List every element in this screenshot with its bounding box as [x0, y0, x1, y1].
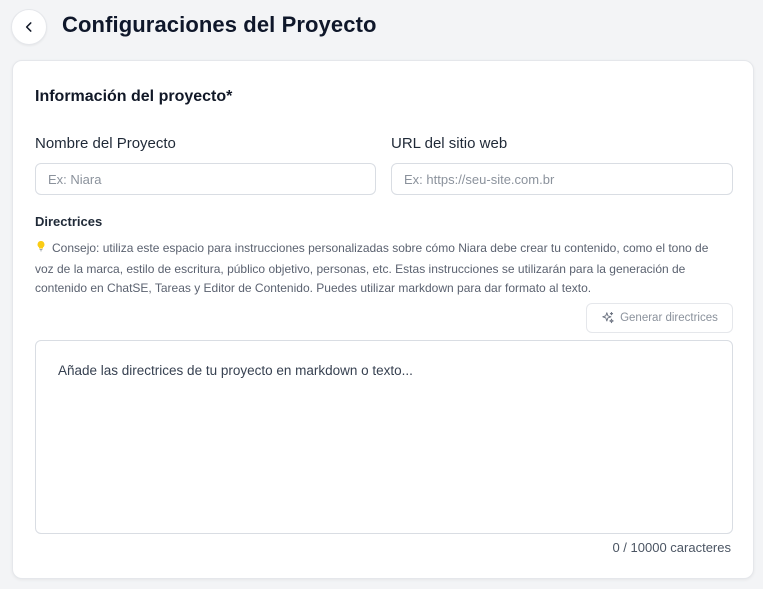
back-button[interactable]	[11, 9, 47, 45]
sparkles-icon	[602, 311, 614, 324]
guidelines-tip: Consejo: utiliza este espacio para instr…	[35, 239, 725, 299]
section-title: Información del proyecto*	[35, 88, 233, 105]
guidelines-tip-text: Consejo: utiliza este espacio para instr…	[35, 241, 709, 295]
guidelines-label: Directrices	[35, 214, 103, 229]
project-info-card: Información del proyecto* Nombre del Pro…	[12, 60, 754, 579]
project-name-label: Nombre del Proyecto	[35, 135, 176, 152]
generate-guidelines-button[interactable]: Generar directrices	[586, 303, 733, 333]
generate-guidelines-label: Generar directrices	[620, 312, 718, 324]
website-url-input[interactable]	[391, 163, 733, 195]
chevron-left-icon	[25, 22, 32, 32]
lightbulb-icon	[35, 240, 47, 260]
project-name-input[interactable]	[35, 163, 376, 195]
website-url-label: URL del sitio web	[391, 135, 508, 152]
guidelines-textarea[interactable]	[35, 340, 733, 534]
page-header: Configuraciones del Proyecto	[0, 0, 763, 52]
page-title: Configuraciones del Proyecto	[62, 12, 377, 37]
character-counter: 0 / 10000 caracteres	[612, 540, 731, 555]
